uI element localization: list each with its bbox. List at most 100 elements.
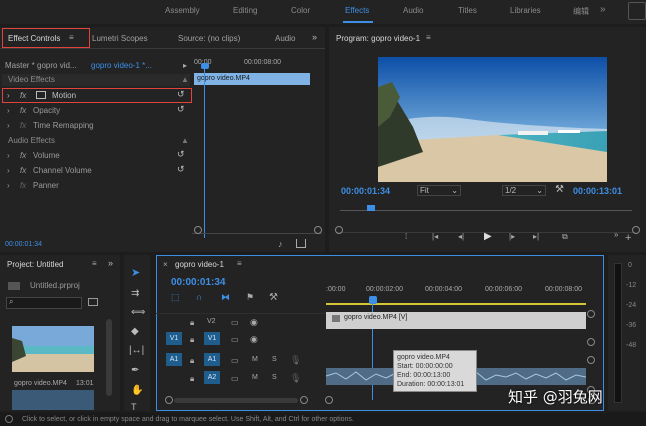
program-timecode[interactable]: 00:00:01:34 [341,186,390,196]
timeline-timecode[interactable]: 00:00:01:34 [171,277,225,288]
zoom-handle-right[interactable] [300,396,308,404]
transform-icon[interactable] [36,91,46,99]
source-patch-v1[interactable]: V1 [166,332,182,345]
expand-arrow-icon[interactable]: › [7,181,10,190]
project-clip-thumbnail-2[interactable] [12,390,94,410]
mark-in-icon[interactable]: ⁞ [405,232,407,241]
add-marker-icon[interactable]: ⚑ [246,292,254,303]
fx-toggle-icon[interactable]: fx [20,91,26,100]
track-label-a1[interactable]: A1 [204,353,220,366]
collapse-icon[interactable]: ▲ [181,136,189,145]
microphone-icon[interactable]: 🎙︎ [290,373,301,384]
step-forward-icon[interactable]: |▸ [509,232,515,241]
work-area-bar[interactable] [326,303,586,305]
add-button-icon[interactable]: + [625,232,631,244]
track-zoom-handle[interactable] [587,356,595,364]
microphone-icon[interactable]: 🎙︎ [290,355,301,366]
fx-toggle-icon[interactable]: fx [20,106,26,115]
mute-button[interactable]: M [252,374,258,381]
zoom-handle-left[interactable] [165,396,173,404]
button-editor-icon[interactable]: » [614,230,618,239]
ripple-edit-tool-icon[interactable]: ⟺ [131,307,145,318]
effect-motion[interactable]: Motion [52,91,76,100]
lock-icon[interactable]: 🔒︎ [190,318,194,328]
project-scrollbar[interactable] [106,319,112,396]
program-playhead[interactable] [367,205,375,211]
snap-icon[interactable]: ∩ [196,292,202,302]
hand-tool-icon[interactable]: ✋ [131,385,143,396]
filter-icon[interactable]: ♪ [278,239,283,249]
program-video-frame[interactable] [378,57,607,182]
timeline-playhead-handle[interactable] [369,296,377,304]
ec-clip-bar[interactable]: gopro video.MP4 [194,73,310,85]
linked-selection-icon[interactable]: ⧓ [221,292,230,303]
sync-lock-icon[interactable]: ▭ [231,335,239,344]
program-ruler[interactable] [340,210,632,211]
solo-button[interactable]: S [272,356,277,363]
play-icon[interactable]: ▶ [484,231,492,242]
workspace-libraries[interactable]: Libraries [510,6,541,15]
panel-menu-icon[interactable]: ≡ [92,259,97,268]
panel-menu-icon[interactable]: ≡ [69,33,74,42]
collapse-icon[interactable]: ▲ [181,75,189,84]
effect-time-remapping[interactable]: Time Remapping [33,121,94,130]
expand-arrow-icon[interactable]: › [7,166,10,175]
panel-overflow-icon[interactable]: » [312,32,317,42]
expand-arrow-icon[interactable]: › [7,121,10,130]
workspace-titles[interactable]: Titles [458,6,477,15]
close-icon[interactable]: × [163,260,168,269]
ec-playhead-handle[interactable] [201,63,209,69]
zoom-handle-left[interactable] [194,226,202,234]
tab-lumetri-scopes[interactable]: Lumetri Scopes [92,34,148,43]
search-workspace-icon[interactable] [628,2,646,20]
timeline-h-scrollbar[interactable] [174,398,298,403]
project-clip-thumbnail[interactable] [12,326,94,372]
eye-icon[interactable]: ◉ [250,317,258,328]
pen-tool-icon[interactable]: ✒ [131,365,139,376]
fit-dropdown[interactable]: Fit ⌄ [417,185,461,196]
workspace-editing[interactable]: Editing [233,6,257,15]
track-zoom-handle[interactable] [587,310,595,318]
resolution-dropdown[interactable]: 1/2 ⌄ [502,185,546,196]
tab-audio[interactable]: Audio [275,34,295,43]
nest-icon[interactable]: ⬚ [171,292,180,303]
workspace-custom[interactable]: 编辑 [573,6,589,17]
lock-icon[interactable]: 🔒︎ [190,356,194,366]
timeline-sequence-tab[interactable]: gopro video-1 [175,260,224,269]
ec-timecode[interactable]: 00:00:01:34 [5,241,42,248]
video-clip-v2[interactable]: gopro video.MP4 [V] [326,312,586,329]
fx-toggle-icon[interactable]: fx [20,181,26,190]
workspace-color[interactable]: Color [291,6,310,15]
effect-channel-volume[interactable]: Channel Volume [33,166,92,175]
track-select-tool-icon[interactable]: ⇉ [131,288,139,299]
eye-icon[interactable]: ◉ [250,334,258,345]
fx-toggle-icon[interactable]: fx [20,151,26,160]
tab-source[interactable]: Source: (no clips) [178,34,240,43]
timeline-settings-icon[interactable]: ⚒ [269,292,278,303]
expand-arrow-icon[interactable]: › [7,106,10,115]
sync-lock-icon[interactable]: ▭ [231,356,239,365]
mute-button[interactable]: M [252,356,258,363]
panel-menu-icon[interactable]: ≡ [237,259,242,268]
track-label-v1[interactable]: V1 [204,332,220,345]
workspace-overflow-icon[interactable]: » [600,4,620,18]
lock-icon[interactable]: 🔒︎ [190,335,194,345]
ec-zoom-scrollbar[interactable] [192,226,322,234]
reset-icon[interactable]: ↺ [177,89,185,100]
lock-icon[interactable]: 🔒︎ [190,374,194,384]
track-label-a2[interactable]: A2 [204,371,220,384]
panel-overflow-icon[interactable]: » [108,258,113,268]
zoom-handle-right[interactable] [632,226,640,234]
master-clip-label[interactable]: Master * gopro vid... [5,61,77,70]
fx-toggle-icon[interactable]: fx [20,166,26,175]
expand-arrow-icon[interactable]: › [7,91,10,100]
workspace-effects[interactable]: Effects [345,6,369,15]
fx-toggle-icon[interactable]: fx [20,121,26,130]
solo-button[interactable]: S [272,374,277,381]
zoom-handle-right[interactable] [314,226,322,234]
sync-lock-icon[interactable]: ▭ [231,374,239,383]
effect-volume[interactable]: Volume [33,151,60,160]
workspace-audio[interactable]: Audio [403,6,423,15]
play-only-icon[interactable]: ▸ [183,61,187,70]
panel-menu-icon[interactable]: ≡ [426,33,431,42]
